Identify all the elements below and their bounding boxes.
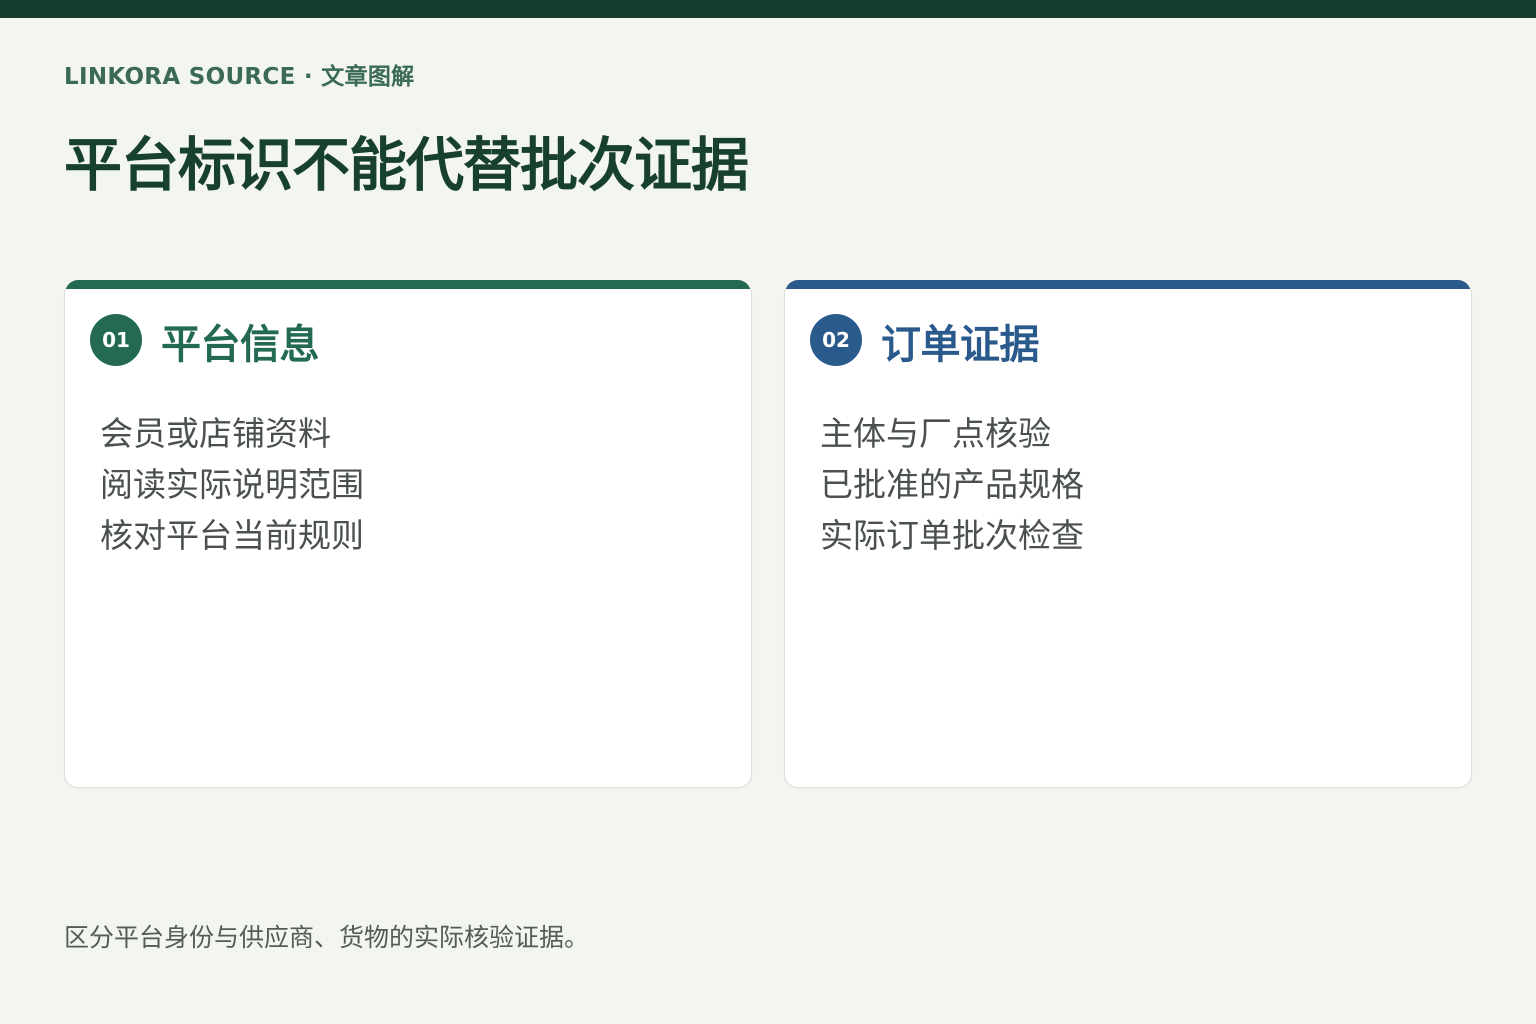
list-item: 实际订单批次检查 [820,516,1084,555]
eyebrow-label: LINKORA SOURCE · 文章图解 [64,64,415,90]
top-accent-bar [0,0,1536,18]
footer-note: 区分平台身份与供应商、货物的实际核验证据。 [64,923,590,952]
list-item: 核对平台当前规则 [100,516,364,555]
page-title: 平台标识不能代替批次证据 [64,131,749,199]
card-heading: 平台信息 [161,322,320,368]
card-number-badge: 01 [90,314,142,366]
list-item: 会员或店铺资料 [100,414,331,453]
card-item-list: 会员或店铺资料 阅读实际说明范围 核对平台当前规则 [100,408,364,561]
card-accent-bar [785,280,1471,289]
list-item: 已批准的产品规格 [820,465,1084,504]
list-item: 阅读实际说明范围 [100,465,364,504]
card-number-badge: 02 [810,314,862,366]
card-platform-info: 01 平台信息 会员或店铺资料 阅读实际说明范围 核对平台当前规则 [64,280,752,788]
card-order-evidence: 02 订单证据 主体与厂点核验 已批准的产品规格 实际订单批次检查 [784,280,1472,788]
card-accent-bar [65,280,751,289]
list-item: 主体与厂点核验 [820,414,1051,453]
card-item-list: 主体与厂点核验 已批准的产品规格 实际订单批次检查 [820,408,1084,561]
card-heading: 订单证据 [881,322,1040,368]
